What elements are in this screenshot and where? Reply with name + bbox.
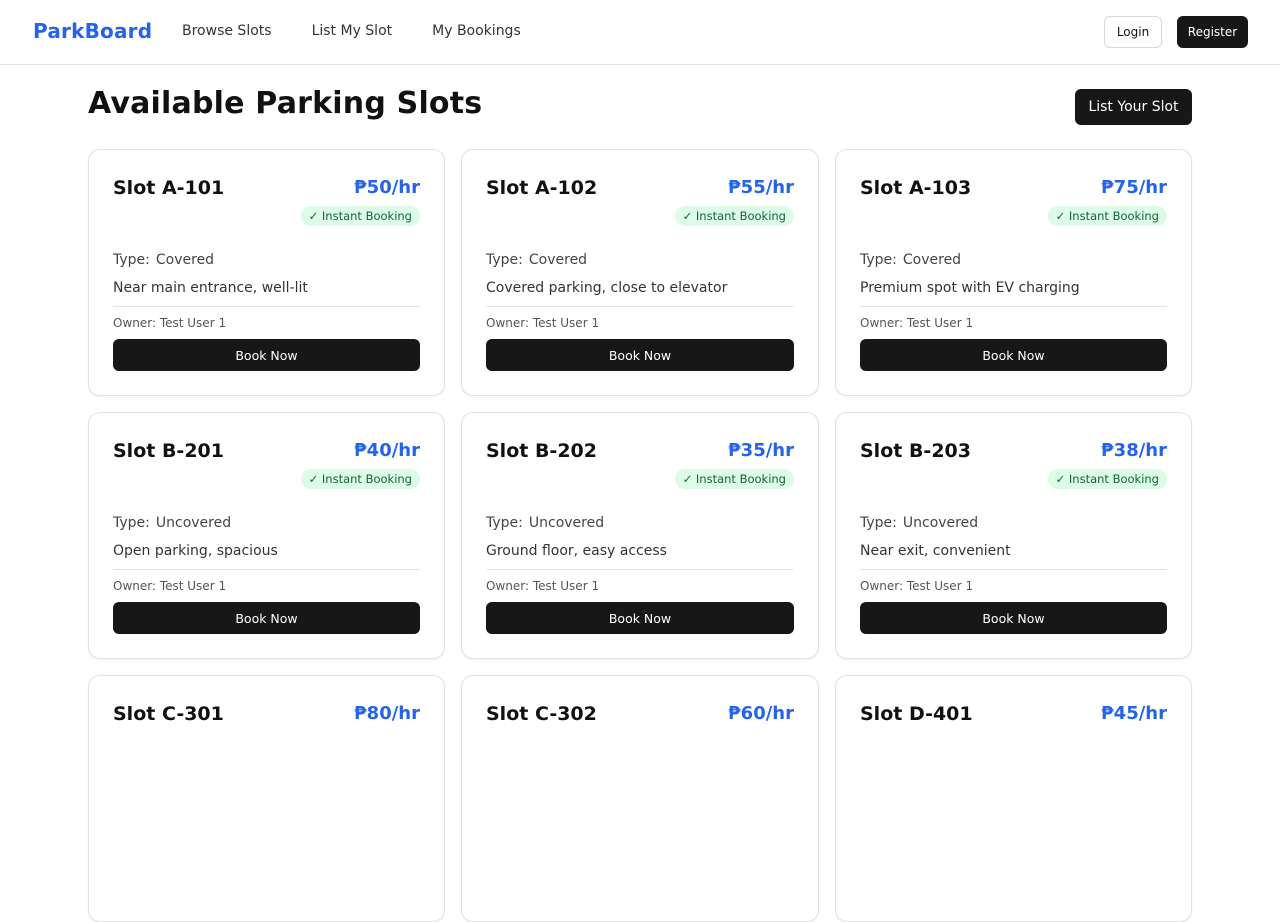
nav-my-bookings[interactable]: My Bookings bbox=[432, 23, 521, 39]
card-divider bbox=[860, 569, 1167, 570]
type-label: Type: bbox=[860, 515, 897, 531]
slot-price: ₱45/hr bbox=[1101, 703, 1167, 724]
slot-name: Slot A-102 bbox=[486, 177, 598, 199]
book-now-button[interactable]: Book Now bbox=[860, 339, 1167, 371]
type-label: Type: bbox=[113, 252, 150, 268]
slot-price: ₱40/hr bbox=[354, 440, 420, 461]
slot-name: Slot D-401 bbox=[860, 703, 973, 725]
type-value: Uncovered bbox=[528, 515, 605, 531]
slot-type-row: Type: Covered bbox=[113, 252, 214, 268]
type-label: Type: bbox=[860, 252, 897, 268]
instant-booking-badge: ✓ Instant Booking bbox=[300, 206, 420, 226]
list-your-slot-button[interactable]: List Your Slot bbox=[1075, 89, 1192, 125]
instant-booking-badge: ✓ Instant Booking bbox=[300, 469, 420, 489]
slot-name: Slot A-103 bbox=[860, 177, 972, 199]
slot-price: ₱75/hr bbox=[1101, 177, 1167, 198]
slot-price: ₱35/hr bbox=[728, 440, 794, 461]
slot-type-row: Type: Covered bbox=[860, 252, 961, 268]
book-now-button[interactable]: Book Now bbox=[486, 339, 794, 371]
slot-type-row: Type: Covered bbox=[486, 252, 587, 268]
top-navbar: ParkBoard Browse Slots List My Slot My B… bbox=[0, 0, 1280, 65]
type-value: Uncovered bbox=[902, 515, 979, 531]
slot-type-row: Type: Uncovered bbox=[113, 515, 231, 531]
slot-card: Slot B-202 ₱35/hr ✓ Instant Booking Type… bbox=[461, 412, 819, 659]
slot-type-row: Type: Uncovered bbox=[860, 515, 978, 531]
slot-description: Open parking, spacious bbox=[113, 543, 278, 559]
type-value: Covered bbox=[902, 252, 962, 268]
slot-owner: Owner: Test User 1 bbox=[486, 579, 600, 593]
nav-browse-slots[interactable]: Browse Slots bbox=[182, 23, 272, 39]
card-divider bbox=[486, 569, 794, 570]
slot-card: Slot C-301 ₱80/hr bbox=[88, 675, 445, 922]
page-title: Available Parking Slots bbox=[88, 86, 483, 121]
slot-description: Covered parking, close to elevator bbox=[486, 280, 728, 296]
slot-card: Slot B-203 ₱38/hr ✓ Instant Booking Type… bbox=[835, 412, 1192, 659]
slot-card: Slot A-101 ₱50/hr ✓ Instant Booking Type… bbox=[88, 149, 445, 396]
slot-card: Slot B-201 ₱40/hr ✓ Instant Booking Type… bbox=[88, 412, 445, 659]
slot-name: Slot C-301 bbox=[113, 703, 224, 725]
type-value: Covered bbox=[155, 252, 215, 268]
slot-description: Ground floor, easy access bbox=[486, 543, 667, 559]
slot-owner: Owner: Test User 1 bbox=[860, 579, 974, 593]
type-value: Covered bbox=[528, 252, 588, 268]
book-now-button[interactable]: Book Now bbox=[113, 339, 420, 371]
card-divider bbox=[113, 569, 420, 570]
book-now-button[interactable]: Book Now bbox=[113, 602, 420, 634]
nav-list-my-slot[interactable]: List My Slot bbox=[312, 23, 393, 39]
slot-price: ₱55/hr bbox=[728, 177, 794, 198]
slot-owner: Owner: Test User 1 bbox=[486, 316, 600, 330]
slot-name: Slot B-202 bbox=[486, 440, 597, 462]
instant-booking-badge: ✓ Instant Booking bbox=[1047, 469, 1167, 489]
slot-card: Slot A-103 ₱75/hr ✓ Instant Booking Type… bbox=[835, 149, 1192, 396]
slot-name: Slot B-201 bbox=[113, 440, 224, 462]
slot-name: Slot A-101 bbox=[113, 177, 225, 199]
slot-description: Premium spot with EV charging bbox=[860, 280, 1080, 296]
book-now-button[interactable]: Book Now bbox=[860, 602, 1167, 634]
slot-price: ₱50/hr bbox=[354, 177, 420, 198]
slot-card: Slot C-302 ₱60/hr bbox=[461, 675, 819, 922]
instant-booking-badge: ✓ Instant Booking bbox=[674, 206, 794, 226]
slot-description: Near exit, convenient bbox=[860, 543, 1011, 559]
slot-owner: Owner: Test User 1 bbox=[860, 316, 974, 330]
instant-booking-badge: ✓ Instant Booking bbox=[1047, 206, 1167, 226]
card-divider bbox=[860, 306, 1167, 307]
slot-grid: Slot A-101 ₱50/hr ✓ Instant Booking Type… bbox=[88, 149, 1192, 922]
main-nav: Browse Slots List My Slot My Bookings bbox=[182, 23, 561, 39]
slot-name: Slot C-302 bbox=[486, 703, 597, 725]
slot-description: Near main entrance, well-lit bbox=[113, 280, 308, 296]
slot-price: ₱60/hr bbox=[728, 703, 794, 724]
book-now-button[interactable]: Book Now bbox=[486, 602, 794, 634]
type-label: Type: bbox=[486, 515, 523, 531]
slot-owner: Owner: Test User 1 bbox=[113, 579, 227, 593]
instant-booking-badge: ✓ Instant Booking bbox=[674, 469, 794, 489]
slot-owner: Owner: Test User 1 bbox=[113, 316, 227, 330]
login-button[interactable]: Login bbox=[1104, 16, 1162, 48]
type-label: Type: bbox=[486, 252, 523, 268]
type-label: Type: bbox=[113, 515, 150, 531]
brand-logo[interactable]: ParkBoard bbox=[33, 19, 152, 43]
slot-card: Slot D-401 ₱45/hr bbox=[835, 675, 1192, 922]
register-button[interactable]: Register bbox=[1177, 16, 1248, 48]
slot-card: Slot A-102 ₱55/hr ✓ Instant Booking Type… bbox=[461, 149, 819, 396]
card-divider bbox=[113, 306, 420, 307]
slot-price: ₱38/hr bbox=[1101, 440, 1167, 461]
card-divider bbox=[486, 306, 794, 307]
slot-type-row: Type: Uncovered bbox=[486, 515, 604, 531]
type-value: Uncovered bbox=[155, 515, 232, 531]
slot-price: ₱80/hr bbox=[354, 703, 420, 724]
slot-name: Slot B-203 bbox=[860, 440, 971, 462]
